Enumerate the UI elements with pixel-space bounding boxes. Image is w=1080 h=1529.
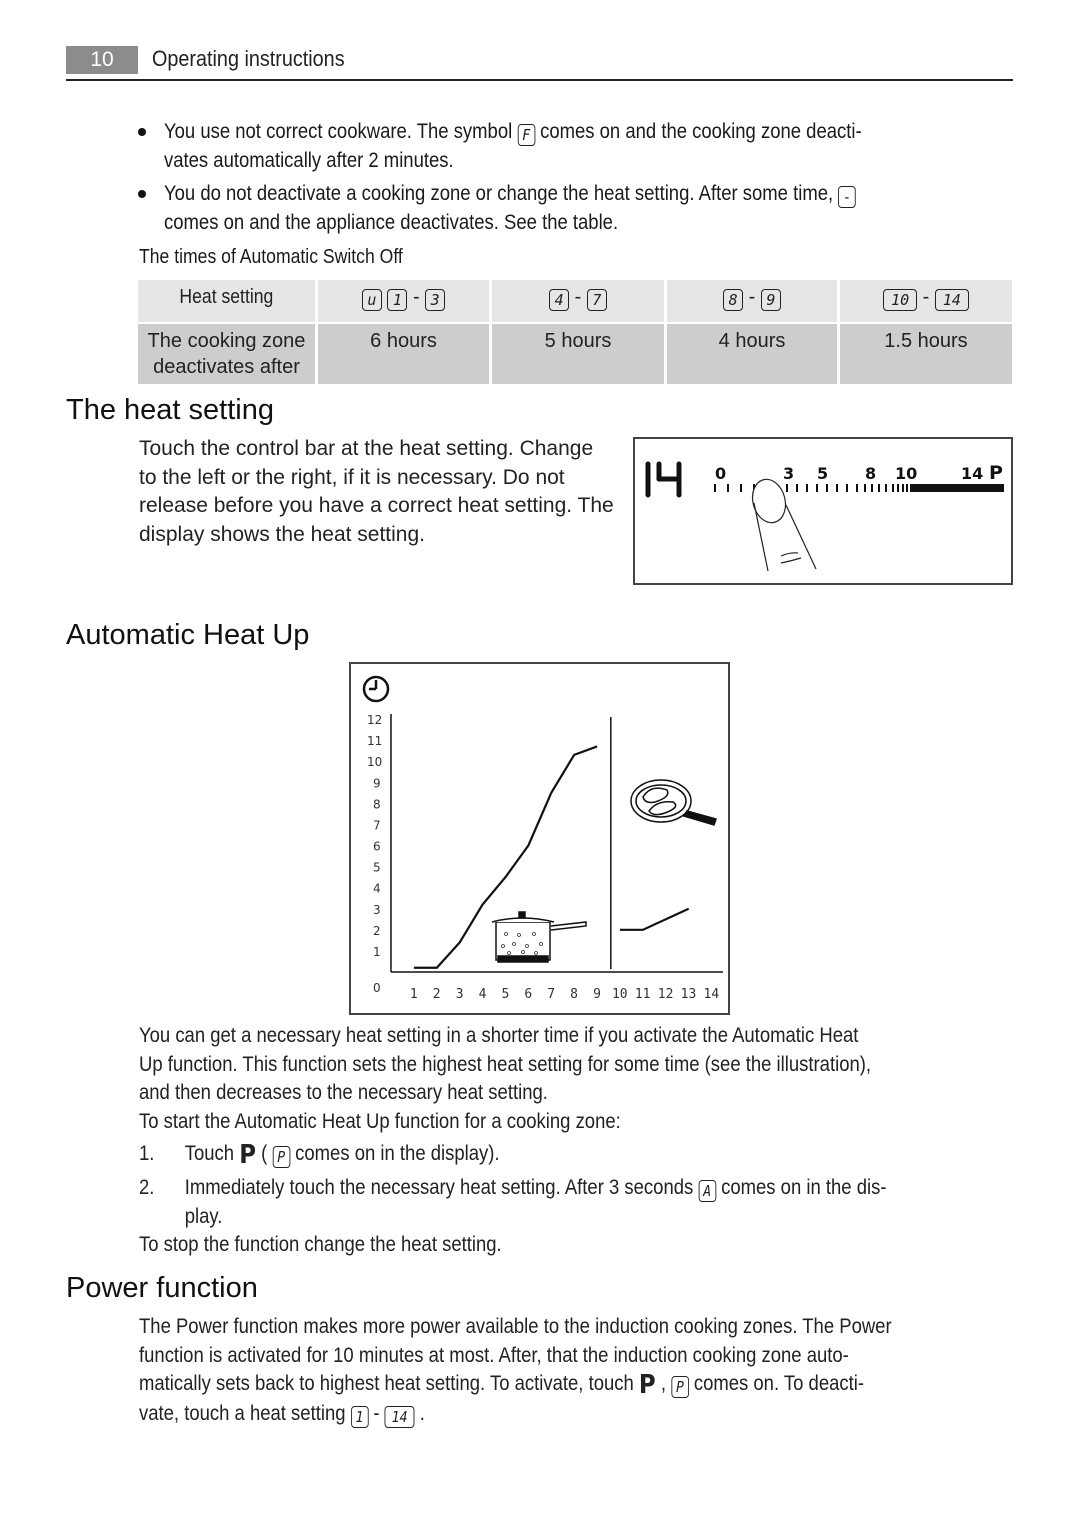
symbol-8-icon: 8 [723, 289, 744, 311]
stop-instruction: To stop the function change the heat set… [139, 1233, 502, 1256]
table-header-cell: 8 - 9 [667, 280, 837, 322]
y-tick-label: 2 [373, 924, 381, 938]
y-tick-label: 6 [373, 840, 381, 854]
control-bar-ticks[interactable] [714, 484, 912, 492]
section-title: Operating instructions [152, 46, 345, 71]
x-tick-label: 7 [547, 987, 555, 1002]
finger-touch-icon [751, 478, 817, 572]
y-tick-label: 1 [373, 945, 381, 959]
x-tick-label: 9 [593, 987, 601, 1002]
table-header-row: Heat setting u 1 - 3 4 - 7 8 - 9 10 - 14 [138, 280, 1012, 322]
y-tick-label: 12 [367, 713, 382, 727]
symbol-u-icon: u [361, 289, 382, 311]
power-function-heading: Power function [66, 1272, 258, 1304]
bullet-text: comes on and the cooking zone deacti- [534, 120, 862, 143]
x-tick-label: 6 [524, 987, 532, 1002]
y-tick-label: 5 [373, 861, 381, 875]
auto-heat-up-heading: Automatic Heat Up [66, 619, 310, 651]
step-1: 1. Touch P ( P comes on in the display). [139, 1140, 500, 1170]
bullet-icon [138, 128, 146, 136]
heat-setting-figure: 0 3 5 8 10 14 P [633, 437, 1013, 585]
x-tick-label: 5 [501, 987, 509, 1002]
symbol-9-icon: 9 [760, 289, 781, 311]
symbol-3-icon: 3 [425, 289, 446, 311]
symbol-p-icon: P [671, 1376, 689, 1398]
heat-setting-heading: The heat setting [66, 394, 274, 426]
y-tick-label: 4 [373, 882, 381, 896]
bullet-text: comes on and the appliance deactivates. … [164, 210, 619, 234]
symbol-f-icon: F [517, 124, 535, 146]
scale-label: 0 [715, 464, 726, 483]
table-cell: 1.5 hours [840, 324, 1012, 384]
table-row-header: Heat setting [138, 280, 315, 322]
bullet-text: You do not deactivate a cooking zone or … [164, 182, 839, 205]
table-row-header: The cooking zone deactivates after [138, 324, 315, 384]
x-tick-label: 14 [704, 987, 720, 1002]
header-rule [66, 79, 1013, 81]
table-row: The cooking zone deactivates after 6 hou… [138, 324, 1012, 384]
table-header-cell: 4 - 7 [492, 280, 664, 322]
display-digits-icon [645, 461, 682, 498]
y-tick-label: 3 [373, 903, 381, 917]
scale-label: 14 [961, 464, 983, 483]
symbol-10-icon: 10 [883, 289, 918, 311]
symbol-7-icon: 7 [586, 289, 607, 311]
start-instruction: To start the Automatic Heat Up function … [139, 1109, 621, 1133]
table-header-cell: 10 - 14 [840, 280, 1012, 322]
heat-up-chart-svg: 0123456789101112 1 2 3 4 5 6 7 8 9 10 11 12 13 14 [362, 675, 723, 1002]
x-tick-label: 11 [635, 987, 651, 1002]
auto-heat-up-text: You can get a necessary heat setting in … [139, 1022, 871, 1136]
scale-label: 5 [817, 464, 828, 483]
heat-setting-text: Touch the control bar at the heat settin… [139, 437, 614, 546]
clock-icon [362, 675, 390, 703]
y-tick-label: 10 [367, 755, 382, 769]
scale-label: 8 [865, 464, 876, 483]
scale-label-p: P [989, 462, 1003, 484]
bullet-text: vates automatically after 2 minutes. [164, 148, 454, 172]
scale-label: 3 [783, 464, 794, 483]
bullet-icon [138, 190, 146, 198]
symbol-14-icon: 14 [384, 1405, 415, 1428]
saucepan-icon [491, 911, 587, 963]
step-2: 2. Immediately touch the necessary heat … [139, 1176, 887, 1228]
x-tick-label: 13 [681, 987, 697, 1002]
x-tick-label: 8 [570, 987, 578, 1002]
switch-off-table: Heat setting u 1 - 3 4 - 7 8 - 9 10 - 14… [135, 278, 1015, 386]
table-cell: 4 hours [667, 324, 837, 384]
power-function-text: The Power function makes more power avai… [139, 1315, 892, 1428]
page-number: 10 [66, 46, 138, 74]
symbol-1-icon: 1 [387, 289, 408, 311]
scale-label: 10 [895, 464, 917, 483]
table-caption: The times of Automatic Switch Off [139, 246, 403, 268]
symbol-1-icon: 1 [350, 1405, 369, 1428]
symbol-14-icon: 14 [934, 289, 969, 311]
symbol-dash-icon: - [838, 186, 856, 208]
y-tick-label: 11 [367, 734, 382, 748]
x-tick-label: 3 [456, 987, 464, 1002]
y-tick-label: 9 [373, 776, 381, 790]
x-tick-label: 4 [479, 987, 487, 1002]
frying-pan-icon [630, 779, 717, 826]
y-tick-label: 0 [373, 981, 381, 995]
p-key-icon: P [638, 1370, 656, 1400]
x-tick-label: 2 [433, 987, 441, 1002]
y-tick-label: 7 [373, 818, 381, 832]
bullet-text: You use not correct cookware. The symbol [164, 120, 518, 143]
table-header-cell: u 1 - 3 [318, 280, 489, 322]
symbol-4-icon: 4 [549, 289, 570, 311]
heat-up-chart: 0 1 2 3 4 5 6 7 8 9 10 11 12 1 2 3 4 5 6 7 8 9 10 11 12 13 14 [349, 662, 730, 1015]
symbol-a-icon: A [698, 1180, 716, 1202]
x-tick-label: 10 [612, 987, 628, 1002]
table-cell: 5 hours [492, 324, 664, 384]
symbol-p-icon: P [272, 1146, 291, 1168]
p-key-icon: P [239, 1140, 256, 1170]
x-tick-label: 1 [410, 987, 418, 1002]
control-bar-illustration: 0 3 5 8 10 14 P [645, 461, 1004, 572]
table-cell: 6 hours [318, 324, 489, 384]
x-tick-label: 12 [658, 987, 674, 1002]
series-line-heat-up-time-high [619, 907, 690, 931]
y-tick-label: 8 [373, 797, 381, 811]
control-bar-fill[interactable] [912, 484, 1004, 492]
